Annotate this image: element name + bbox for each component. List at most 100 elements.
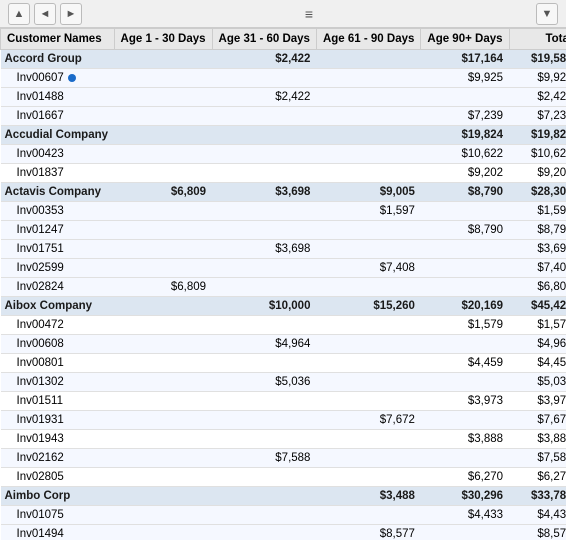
inv-value: $1,597: [509, 202, 566, 221]
table-row[interactable]: Inv01302$5,036$5,036: [1, 373, 566, 392]
table-row[interactable]: Inv01837$9,202$9,202: [1, 164, 566, 183]
group-value: [212, 126, 316, 145]
inv-name[interactable]: Inv00607: [1, 69, 115, 88]
inv-name[interactable]: Inv01943: [1, 430, 115, 449]
table-row[interactable]: Inv01931$7,672$7,672: [1, 411, 566, 430]
inv-value: [114, 525, 212, 540]
table-row[interactable]: Inv01511$3,973$3,973: [1, 392, 566, 411]
inv-name[interactable]: Inv01494: [1, 525, 115, 540]
col-age-61-90: Age 61 - 90 Days: [316, 29, 420, 50]
inv-value: [212, 430, 316, 449]
scroll-down-button[interactable]: ▼: [536, 3, 558, 25]
table-row[interactable]: Inv02824$6,809$6,809: [1, 278, 566, 297]
inv-value: [212, 525, 316, 540]
inv-value: [212, 468, 316, 487]
inv-value: $3,888: [509, 430, 566, 449]
inv-name[interactable]: Inv02162: [1, 449, 115, 468]
table-row[interactable]: Inv01751$3,698$3,698: [1, 240, 566, 259]
table-row[interactable]: Inv01494$8,577$8,577: [1, 525, 566, 540]
inv-name[interactable]: Inv00472: [1, 316, 115, 335]
inv-name[interactable]: Inv00423: [1, 145, 115, 164]
inv-value: $7,239: [509, 107, 566, 126]
inv-name[interactable]: Inv01931: [1, 411, 115, 430]
inv-value: [212, 506, 316, 525]
inv-value: [212, 164, 316, 183]
inv-name[interactable]: Inv01837: [1, 164, 115, 183]
group-value: $28,302: [509, 183, 566, 202]
inv-value: [316, 107, 420, 126]
table-row[interactable]: Inv01488$2,422$2,422: [1, 88, 566, 107]
inv-name[interactable]: Inv01751: [1, 240, 115, 259]
inv-value: $1,579: [421, 316, 509, 335]
inv-value: [316, 373, 420, 392]
table-row[interactable]: Inv00423$10,622$10,622: [1, 145, 566, 164]
inv-value: [114, 107, 212, 126]
inv-value: [212, 354, 316, 373]
menu-icon[interactable]: ≡: [305, 6, 313, 22]
inv-value: [316, 278, 420, 297]
inv-value: $7,588: [212, 449, 316, 468]
inv-value: $8,790: [421, 221, 509, 240]
inv-value: $7,588: [509, 449, 566, 468]
table-row[interactable]: Inv01667 $7,239$7,239: [1, 107, 566, 126]
inv-value: [421, 259, 509, 278]
table-row[interactable]: Inv00607$9,925$9,925: [1, 69, 566, 88]
inv-name[interactable]: Inv00353: [1, 202, 115, 221]
group-value: [114, 126, 212, 145]
table-row[interactable]: Inv00472$1,579$1,579: [1, 316, 566, 335]
table-row[interactable]: Inv00608$4,964$4,964: [1, 335, 566, 354]
inv-value: $3,698: [212, 240, 316, 259]
inv-value: $4,433: [421, 506, 509, 525]
table-row[interactable]: Inv01943$3,888$3,888: [1, 430, 566, 449]
table-row[interactable]: Inv00353 $1,597 $1,597: [1, 202, 566, 221]
inv-value: [421, 411, 509, 430]
scroll-next-button[interactable]: ►: [60, 3, 82, 25]
inv-value: [421, 449, 509, 468]
inv-value: $7,239: [421, 107, 509, 126]
col-age-1-30: Age 1 - 30 Days: [114, 29, 212, 50]
group-row: Aimbo Corp$3,488$30,296$33,784: [1, 487, 566, 506]
inv-value: [421, 373, 509, 392]
inv-name[interactable]: Inv01667: [1, 107, 115, 126]
inv-value: $2,422: [509, 88, 566, 107]
scroll-up-button[interactable]: ▲: [8, 3, 30, 25]
toolbar-center: ≡: [305, 6, 313, 22]
inv-value: $5,036: [509, 373, 566, 392]
inv-value: [114, 411, 212, 430]
inv-value: [316, 392, 420, 411]
table-row[interactable]: Inv02599$7,408$7,408: [1, 259, 566, 278]
table-row[interactable]: Inv02805$6,270$6,270: [1, 468, 566, 487]
inv-value: [421, 202, 509, 221]
inv-name[interactable]: Inv01511: [1, 392, 115, 411]
group-value: [114, 487, 212, 506]
inv-name[interactable]: Inv01488: [1, 88, 115, 107]
inv-value: [316, 354, 420, 373]
inv-value: [212, 69, 316, 88]
inv-value: $1,597: [316, 202, 420, 221]
inv-value: $8,577: [316, 525, 420, 540]
table-container[interactable]: Customer Names Age 1 - 30 Days Age 31 - …: [0, 28, 566, 540]
scroll-prev-button[interactable]: ◄: [34, 3, 56, 25]
inv-value: [212, 392, 316, 411]
group-name: Actavis Company: [1, 183, 115, 202]
inv-name[interactable]: Inv02805: [1, 468, 115, 487]
inv-value: $6,270: [421, 468, 509, 487]
inv-name[interactable]: Inv02824: [1, 278, 115, 297]
inv-value: [316, 335, 420, 354]
table-row[interactable]: Inv01075 $4,433$4,433: [1, 506, 566, 525]
inv-value: $7,672: [316, 411, 420, 430]
col-age-90plus: Age 90+ Days: [421, 29, 509, 50]
inv-name[interactable]: Inv01247: [1, 221, 115, 240]
table-row[interactable]: Inv01247$8,790$8,790: [1, 221, 566, 240]
group-name: Accudial Company: [1, 126, 115, 145]
inv-name[interactable]: Inv00608: [1, 335, 115, 354]
table-row[interactable]: Inv00801$4,459$4,459: [1, 354, 566, 373]
col-customer-names: Customer Names: [1, 29, 115, 50]
inv-name[interactable]: Inv00801: [1, 354, 115, 373]
inv-value: $4,433: [509, 506, 566, 525]
cursor-indicator: [68, 74, 76, 82]
inv-name[interactable]: Inv02599: [1, 259, 115, 278]
table-row[interactable]: Inv02162 $7,588 $7,588: [1, 449, 566, 468]
inv-name[interactable]: Inv01302: [1, 373, 115, 392]
inv-name[interactable]: Inv01075: [1, 506, 115, 525]
